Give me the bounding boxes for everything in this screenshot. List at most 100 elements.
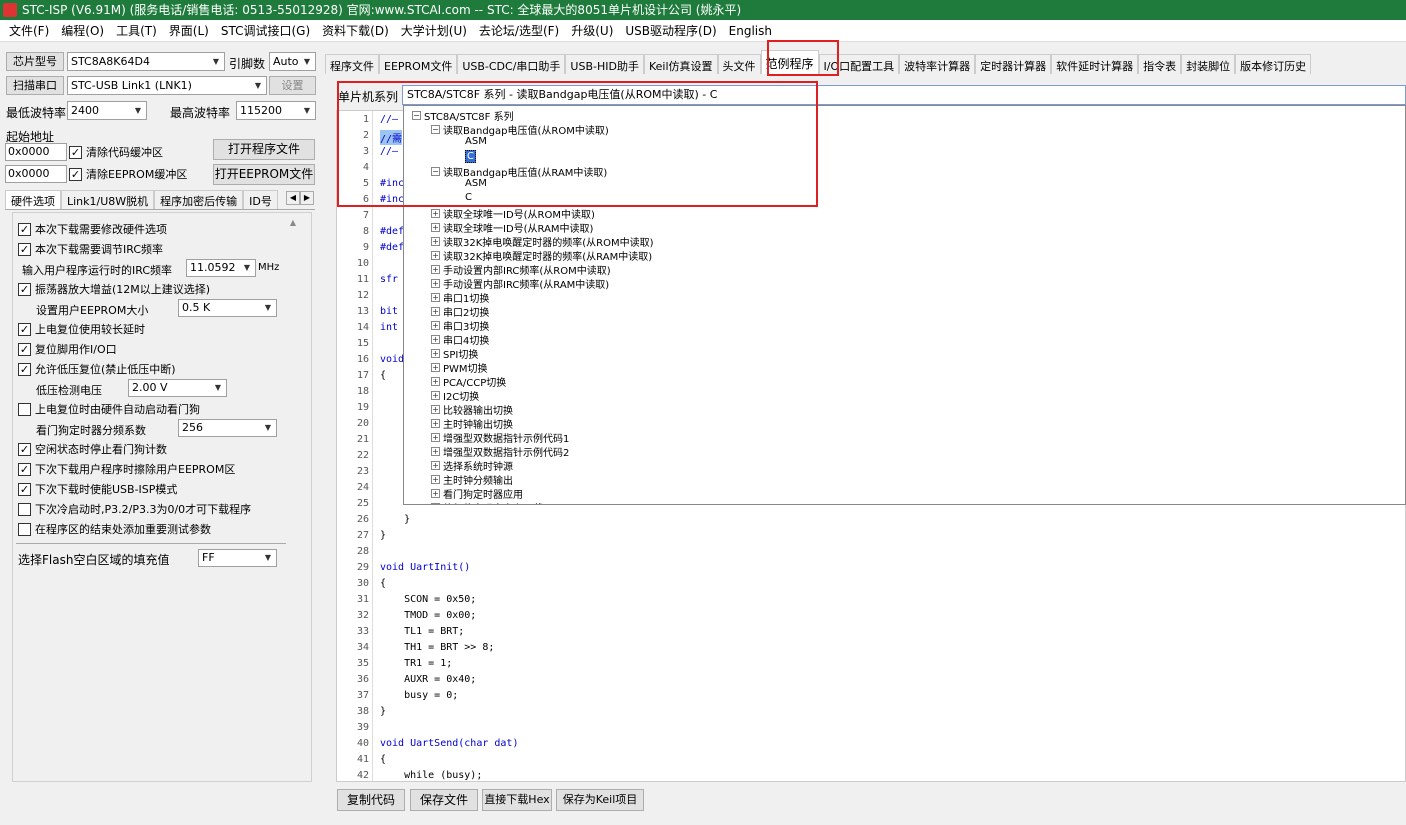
menu-item-9[interactable]: USB驱动程序(D) (619, 22, 722, 39)
tree-item[interactable]: + 主时钟输出切换 (431, 416, 513, 431)
tree-item[interactable]: + 看门狗定时器应用 (431, 486, 523, 501)
tree-item[interactable]: + 主时钟分频输出 (431, 472, 513, 487)
eeprom-size-select[interactable]: 0.5 K ▼ (178, 299, 277, 317)
main-tab-1[interactable]: EEPROM文件 (379, 54, 458, 74)
scan-port-button[interactable]: 扫描串口 (6, 76, 64, 95)
line-number: 5 (362, 178, 369, 189)
arrow-left-icon[interactable]: ◀ (286, 191, 300, 205)
tree-item[interactable]: + 读取全球唯一ID号(从ROM中读取) (431, 206, 595, 221)
save-file-button[interactable]: 保存文件 (410, 789, 478, 811)
test-params-checkbox[interactable]: 在程序区的结束处添加重要测试参数 (18, 521, 211, 537)
menu-item-10[interactable]: English (723, 24, 778, 38)
tree-item[interactable]: + I2C切换 (431, 388, 479, 403)
copy-code-button[interactable]: 复制代码 (337, 789, 405, 811)
open-eeprom-file-button[interactable]: 打开EEPROM文件 (213, 164, 315, 185)
long-reset-delay-checkbox[interactable]: ✓ 上电复位使用较长延时 (18, 321, 145, 337)
oscillator-gain-checkbox[interactable]: ✓ 振荡器放大增益(12M以上建议选择) (18, 281, 210, 297)
menu-item-0[interactable]: 文件(F) (3, 22, 55, 39)
tree-item[interactable]: + 读取32K掉电唤醒定时器的频率(从ROM中读取) (431, 234, 654, 249)
modify-hw-options-checkbox[interactable]: ✓ 本次下载需要修改硬件选项 (18, 221, 167, 237)
idle-stop-watchdog-checkbox[interactable]: ✓ 空闲状态时停止看门狗计数 (18, 441, 167, 457)
open-program-file-button[interactable]: 打开程序文件 (213, 139, 315, 160)
tree-item[interactable]: +软复位实现自定义下载 (431, 500, 543, 504)
watchdog-prescaler-select[interactable]: 256 ▼ (178, 419, 277, 437)
max-baud-select[interactable]: 115200 ▼ (236, 101, 316, 120)
left-scrollbar[interactable]: ▲ (287, 218, 299, 538)
tree-item[interactable]: + PCA/CCP切换 (431, 374, 506, 389)
menu-item-5[interactable]: 资料下载(D) (316, 22, 395, 39)
main-tab-10[interactable]: 软件延时计算器 (1051, 54, 1139, 74)
main-tab-12[interactable]: 封装脚位 (1181, 54, 1236, 74)
clear-code-buffer-checkbox[interactable]: ✓ 清除代码缓冲区 (69, 144, 163, 160)
eeprom-address-input[interactable]: 0x0000 (5, 165, 67, 183)
chip-model-select[interactable]: STC8A8K64D4 ▼ (67, 52, 225, 71)
cold-start-checkbox[interactable]: 下次冷启动时,P3.2/P3.3为0/0才可下载程序 (18, 501, 251, 517)
fill-value-select[interactable]: FF ▼ (198, 549, 277, 567)
menu-item-6[interactable]: 大学计划(U) (395, 22, 473, 39)
adjust-irc-checkbox[interactable]: ✓ 本次下载需要调节IRC频率 (18, 241, 163, 257)
left-tab-0[interactable]: 硬件选项 (5, 190, 61, 209)
main-tab-7[interactable]: I/O口配置工具 (818, 54, 900, 74)
tree-leaf-asm[interactable]: ASM (465, 178, 487, 189)
port-select[interactable]: STC-USB Link1 (LNK1) ▼ (67, 76, 267, 95)
tree-group-ram[interactable]: − 读取Bandgap电压值(从RAM中读取) (431, 164, 607, 179)
tree-item[interactable]: + 比较器输出切换 (431, 402, 513, 417)
tree-leaf-c-selected[interactable]: C (465, 150, 476, 163)
auto-watchdog-checkbox[interactable]: 上电复位时由硬件自动启动看门狗 (18, 401, 200, 417)
menu-item-3[interactable]: 界面(L) (163, 22, 215, 39)
clear-eeprom-buffer-checkbox[interactable]: ✓ 清除EEPROM缓冲区 (69, 166, 187, 182)
save-keil-project-button[interactable]: 保存为Keil项目 (556, 789, 644, 811)
tree-item[interactable]: + 手动设置内部IRC频率(从RAM中读取) (431, 276, 609, 291)
main-tab-3[interactable]: USB-HID助手 (565, 54, 644, 74)
main-tab-5[interactable]: 头文件 (717, 54, 761, 74)
main-tab-11[interactable]: 指令表 (1138, 54, 1182, 74)
left-tab-2[interactable]: 程序加密后传输 (154, 190, 244, 209)
tree-item[interactable]: + 串口3切换 (431, 318, 489, 333)
tree-group-rom[interactable]: − 读取Bandgap电压值(从ROM中读取) (431, 122, 609, 137)
main-tab-2[interactable]: USB-CDC/串口助手 (457, 54, 566, 74)
min-baud-select[interactable]: 2400 ▼ (67, 101, 147, 120)
code-address-input[interactable]: 0x0000 (5, 143, 67, 161)
chip-model-button[interactable]: 芯片型号 (6, 52, 64, 71)
tree-item[interactable]: + PWM切换 (431, 360, 488, 375)
tree-item[interactable]: + 读取32K掉电唤醒定时器的频率(从RAM中读取) (431, 248, 652, 263)
main-tab-4[interactable]: Keil仿真设置 (643, 54, 718, 74)
main-tab-6[interactable]: 范例程序 (760, 50, 819, 74)
tree-item[interactable]: + 增强型双数据指针示例代码1 (431, 430, 569, 445)
arrow-right-icon[interactable]: ▶ (300, 191, 314, 205)
tree-item[interactable]: + 选择系统时钟源 (431, 458, 513, 473)
settings-button[interactable]: 设置 (269, 76, 316, 95)
tree-item[interactable]: + SPI切换 (431, 346, 478, 361)
menu-item-7[interactable]: 去论坛/选型(F) (473, 22, 565, 39)
low-voltage-select[interactable]: 2.00 V ▼ (128, 379, 227, 397)
tree-leaf-asm[interactable]: ASM (465, 136, 487, 147)
main-tab-13[interactable]: 版本修订历史 (1235, 54, 1312, 74)
tree-item[interactable]: + 串口1切换 (431, 290, 489, 305)
low-voltage-reset-checkbox[interactable]: ✓ 允许低压复位(禁止低压中断) (18, 361, 176, 377)
pin-count-select[interactable]: Auto ▼ (269, 52, 316, 71)
erase-eeprom-checkbox[interactable]: ✓ 下次下载用户程序时擦除用户EEPROM区 (18, 461, 235, 477)
left-tab-3[interactable]: ID号 (243, 190, 278, 209)
tree-leaf-c[interactable]: C (465, 192, 472, 203)
irc-frequency-select[interactable]: 11.0592 ▼ (186, 259, 256, 277)
tree-item[interactable]: + 手动设置内部IRC频率(从ROM中读取) (431, 262, 611, 277)
main-tab-9[interactable]: 定时器计算器 (975, 54, 1052, 74)
menu-item-4[interactable]: STC调试接口(G) (215, 22, 316, 39)
main-tab-8[interactable]: 波特率计算器 (899, 54, 976, 74)
download-hex-button[interactable]: 直接下载Hex (482, 789, 552, 811)
reset-pin-io-checkbox[interactable]: ✓ 复位脚用作I/O口 (18, 341, 117, 357)
menu-item-2[interactable]: 工具(T) (110, 22, 163, 39)
tree-item[interactable]: + 串口2切换 (431, 304, 489, 319)
example-tree-dropdown[interactable]: − STC8A/STC8F 系列 − 读取Bandgap电压值(从ROM中读取) A… (403, 105, 1406, 505)
left-tab-1[interactable]: Link1/U8W脱机 (61, 190, 155, 209)
menu-item-8[interactable]: 升级(U) (565, 22, 619, 39)
usb-isp-checkbox[interactable]: ✓ 下次下载时使能USB-ISP模式 (18, 481, 177, 497)
max-baud-value: 115200 (240, 104, 282, 117)
tree-item[interactable]: + 增强型双数据指针示例代码2 (431, 444, 569, 459)
main-tab-0[interactable]: 程序文件 (325, 54, 379, 74)
tree-item[interactable]: + 串口4切换 (431, 332, 489, 347)
series-select[interactable]: STC8A/STC8F 系列 - 读取Bandgap电压值(从ROM中读取) -… (402, 85, 1406, 105)
tree-item[interactable]: + 读取全球唯一ID号(从RAM中读取) (431, 220, 593, 235)
menu-item-1[interactable]: 编程(O) (55, 22, 110, 39)
tree-root[interactable]: − STC8A/STC8F 系列 (412, 108, 514, 123)
